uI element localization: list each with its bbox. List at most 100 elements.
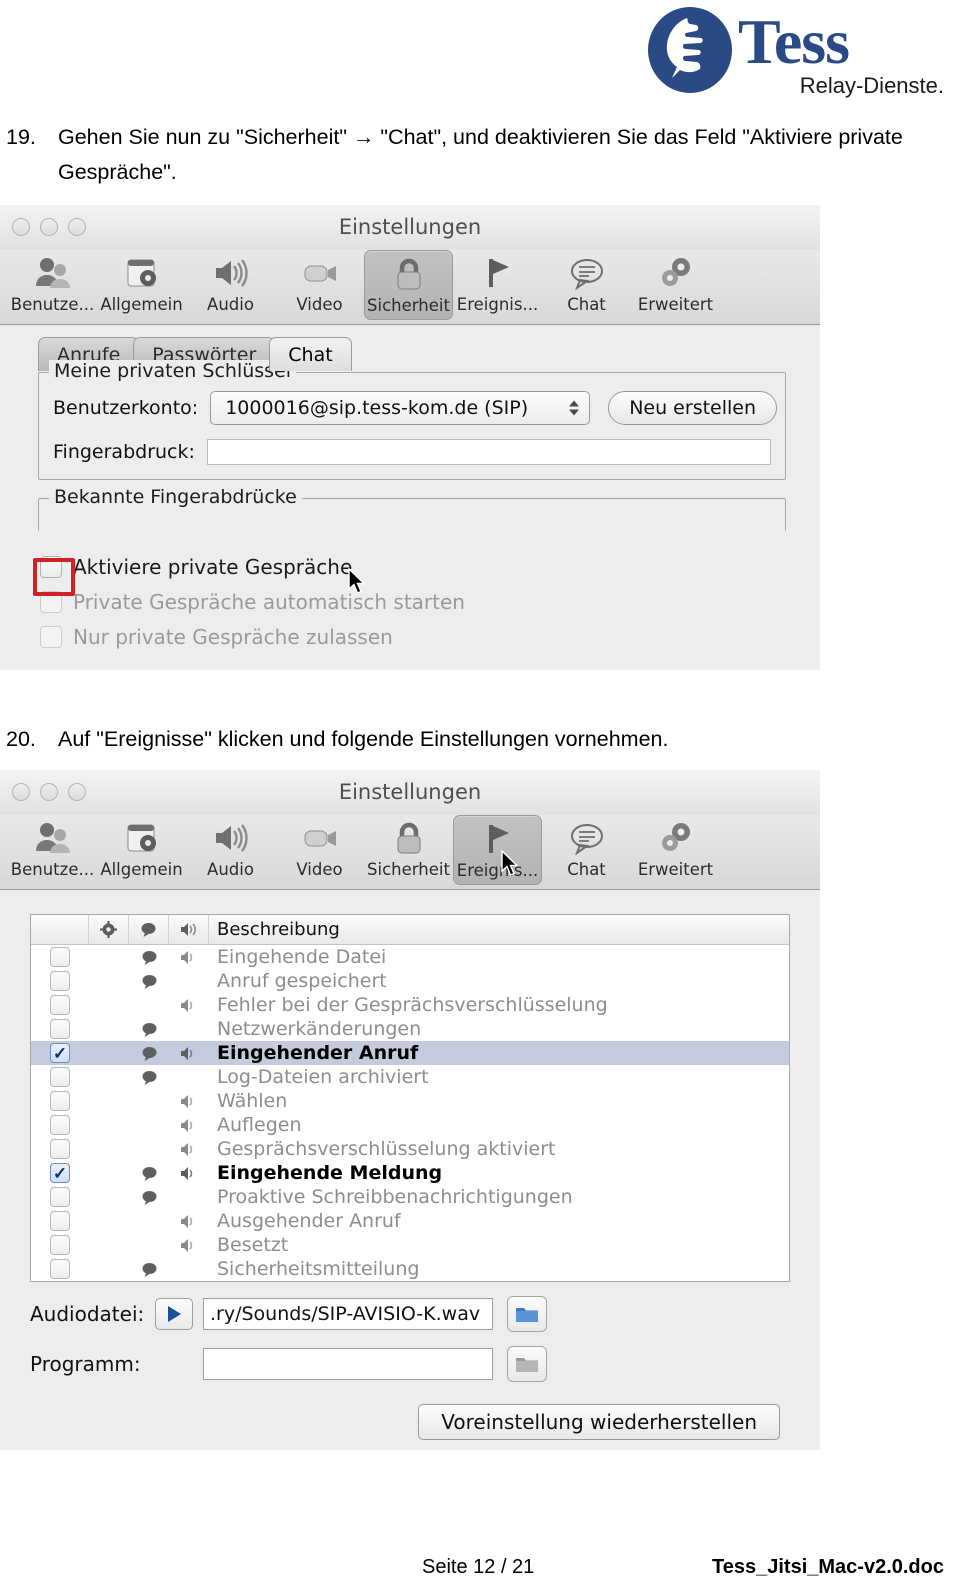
row-message-cell[interactable] bbox=[129, 1137, 169, 1161]
row-enable-checkbox[interactable] bbox=[50, 1139, 70, 1159]
traffic-lights-2[interactable] bbox=[12, 783, 86, 801]
row-enable-checkbox[interactable] bbox=[50, 1019, 70, 1039]
row-enable-checkbox[interactable] bbox=[50, 1163, 70, 1183]
close-light[interactable] bbox=[12, 218, 30, 236]
table-row[interactable]: Gesprächsverschlüsselung aktiviert bbox=[31, 1137, 789, 1161]
row-enable-checkbox[interactable] bbox=[50, 1187, 70, 1207]
row-enable-cell[interactable] bbox=[31, 1209, 89, 1233]
table-row[interactable]: Wählen bbox=[31, 1089, 789, 1113]
table-row[interactable]: Eingehende Meldung bbox=[31, 1161, 789, 1185]
table-row[interactable]: Log-Dateien archiviert bbox=[31, 1065, 789, 1089]
row-enable-checkbox[interactable] bbox=[50, 1067, 70, 1087]
row-enable-cell[interactable] bbox=[31, 1185, 89, 1209]
row-message-cell[interactable] bbox=[129, 1065, 169, 1089]
row-sound-cell[interactable] bbox=[169, 1065, 209, 1089]
fingerprint-field[interactable] bbox=[206, 439, 771, 465]
row-message-cell[interactable] bbox=[129, 969, 169, 993]
audio-file-input[interactable]: .ry/Sounds/SIP-AVISIO-K.wav bbox=[203, 1298, 493, 1330]
row-sound-cell[interactable] bbox=[169, 1257, 209, 1281]
toolbar-item-allgemein-1[interactable]: Allgemein bbox=[97, 250, 186, 320]
row-enable-checkbox[interactable] bbox=[50, 1235, 70, 1255]
only-private-chats-checkbox[interactable] bbox=[40, 625, 62, 648]
toolbar-item-benutzerkonten-2[interactable]: Benutze... bbox=[8, 815, 97, 885]
zoom-light[interactable] bbox=[68, 218, 86, 236]
table-row[interactable]: Auflegen bbox=[31, 1113, 789, 1137]
row-popup-cell[interactable] bbox=[89, 1041, 129, 1065]
zoom-light[interactable] bbox=[68, 783, 86, 801]
row-sound-cell[interactable] bbox=[169, 1161, 209, 1185]
row-popup-cell[interactable] bbox=[89, 1209, 129, 1233]
toolbar-item-allgemein-2[interactable]: Allgemein bbox=[97, 815, 186, 885]
row-message-cell[interactable] bbox=[129, 1017, 169, 1041]
row-sound-cell[interactable] bbox=[169, 1041, 209, 1065]
row-enable-cell[interactable] bbox=[31, 969, 89, 993]
checkbox-row-automatisch-starten[interactable]: Private Gespräche automatisch starten bbox=[0, 584, 820, 619]
restore-defaults-button[interactable]: Voreinstellung wiederherstellen bbox=[418, 1404, 780, 1440]
table-row[interactable]: Proaktive Schreibbenachrichtigungen bbox=[31, 1185, 789, 1209]
table-row[interactable]: Fehler bei der Gesprächsverschlüsselung bbox=[31, 993, 789, 1017]
checkbox-row-nur-private-zulassen[interactable]: Nur private Gespräche zulassen bbox=[0, 619, 820, 654]
toolbar-item-chat-1[interactable]: Chat bbox=[542, 250, 631, 320]
toolbar-item-sicherheit-1[interactable]: Sicherheit bbox=[364, 250, 453, 320]
row-popup-cell[interactable] bbox=[89, 1089, 129, 1113]
row-enable-cell[interactable] bbox=[31, 945, 89, 969]
row-sound-cell[interactable] bbox=[169, 1017, 209, 1041]
auto-start-private-chats-checkbox[interactable] bbox=[40, 590, 62, 613]
row-sound-cell[interactable] bbox=[169, 1113, 209, 1137]
toolbar-item-audio-1[interactable]: Audio bbox=[186, 250, 275, 320]
toolbar-item-video-1[interactable]: Video bbox=[275, 250, 364, 320]
row-sound-cell[interactable] bbox=[169, 1209, 209, 1233]
row-enable-cell[interactable] bbox=[31, 1017, 89, 1041]
row-enable-checkbox[interactable] bbox=[50, 971, 70, 991]
row-enable-cell[interactable] bbox=[31, 993, 89, 1017]
row-enable-cell[interactable] bbox=[31, 1089, 89, 1113]
row-message-cell[interactable] bbox=[129, 1113, 169, 1137]
row-enable-checkbox[interactable] bbox=[50, 947, 70, 967]
subtab-chat[interactable]: Chat bbox=[269, 337, 352, 371]
minimize-light[interactable] bbox=[40, 783, 58, 801]
row-message-cell[interactable] bbox=[129, 1161, 169, 1185]
row-sound-cell[interactable] bbox=[169, 1185, 209, 1209]
row-message-cell[interactable] bbox=[129, 945, 169, 969]
row-sound-cell[interactable] bbox=[169, 1233, 209, 1257]
row-sound-cell[interactable] bbox=[169, 1137, 209, 1161]
row-message-cell[interactable] bbox=[129, 1209, 169, 1233]
row-popup-cell[interactable] bbox=[89, 1257, 129, 1281]
audio-browse-button[interactable] bbox=[507, 1296, 547, 1332]
table-row[interactable]: Eingehende Datei bbox=[31, 945, 789, 969]
row-popup-cell[interactable] bbox=[89, 1185, 129, 1209]
close-light[interactable] bbox=[12, 783, 30, 801]
row-popup-cell[interactable] bbox=[89, 945, 129, 969]
row-popup-cell[interactable] bbox=[89, 1017, 129, 1041]
row-enable-cell[interactable] bbox=[31, 1113, 89, 1137]
row-popup-cell[interactable] bbox=[89, 1065, 129, 1089]
program-input[interactable] bbox=[203, 1348, 493, 1380]
row-enable-checkbox[interactable] bbox=[50, 1259, 70, 1279]
row-sound-cell[interactable] bbox=[169, 1089, 209, 1113]
toolbar-item-ereignisse-1[interactable]: Ereignis... bbox=[453, 250, 542, 320]
table-row[interactable]: Sicherheitsmitteilung bbox=[31, 1257, 789, 1281]
row-message-cell[interactable] bbox=[129, 1185, 169, 1209]
table-row[interactable]: Besetzt bbox=[31, 1233, 789, 1257]
row-enable-checkbox[interactable] bbox=[50, 1043, 70, 1063]
row-popup-cell[interactable] bbox=[89, 1233, 129, 1257]
row-popup-cell[interactable] bbox=[89, 1113, 129, 1137]
toolbar-item-erweitert-2[interactable]: Erweitert bbox=[631, 815, 720, 885]
program-browse-button[interactable] bbox=[507, 1346, 547, 1382]
table-row[interactable]: Anruf gespeichert bbox=[31, 969, 789, 993]
row-enable-cell[interactable] bbox=[31, 1137, 89, 1161]
row-enable-checkbox[interactable] bbox=[50, 1115, 70, 1135]
toolbar-item-video-2[interactable]: Video bbox=[275, 815, 364, 885]
row-sound-cell[interactable] bbox=[169, 969, 209, 993]
row-message-cell[interactable] bbox=[129, 1041, 169, 1065]
row-enable-cell[interactable] bbox=[31, 1041, 89, 1065]
row-message-cell[interactable] bbox=[129, 1233, 169, 1257]
row-popup-cell[interactable] bbox=[89, 969, 129, 993]
play-sound-button[interactable] bbox=[155, 1298, 193, 1330]
row-popup-cell[interactable] bbox=[89, 993, 129, 1017]
account-select[interactable]: 1000016@sip.tess-kom.de (SIP) bbox=[210, 391, 591, 425]
table-row[interactable]: Ausgehender Anruf bbox=[31, 1209, 789, 1233]
row-enable-cell[interactable] bbox=[31, 1065, 89, 1089]
row-enable-checkbox[interactable] bbox=[50, 995, 70, 1015]
row-sound-cell[interactable] bbox=[169, 993, 209, 1017]
